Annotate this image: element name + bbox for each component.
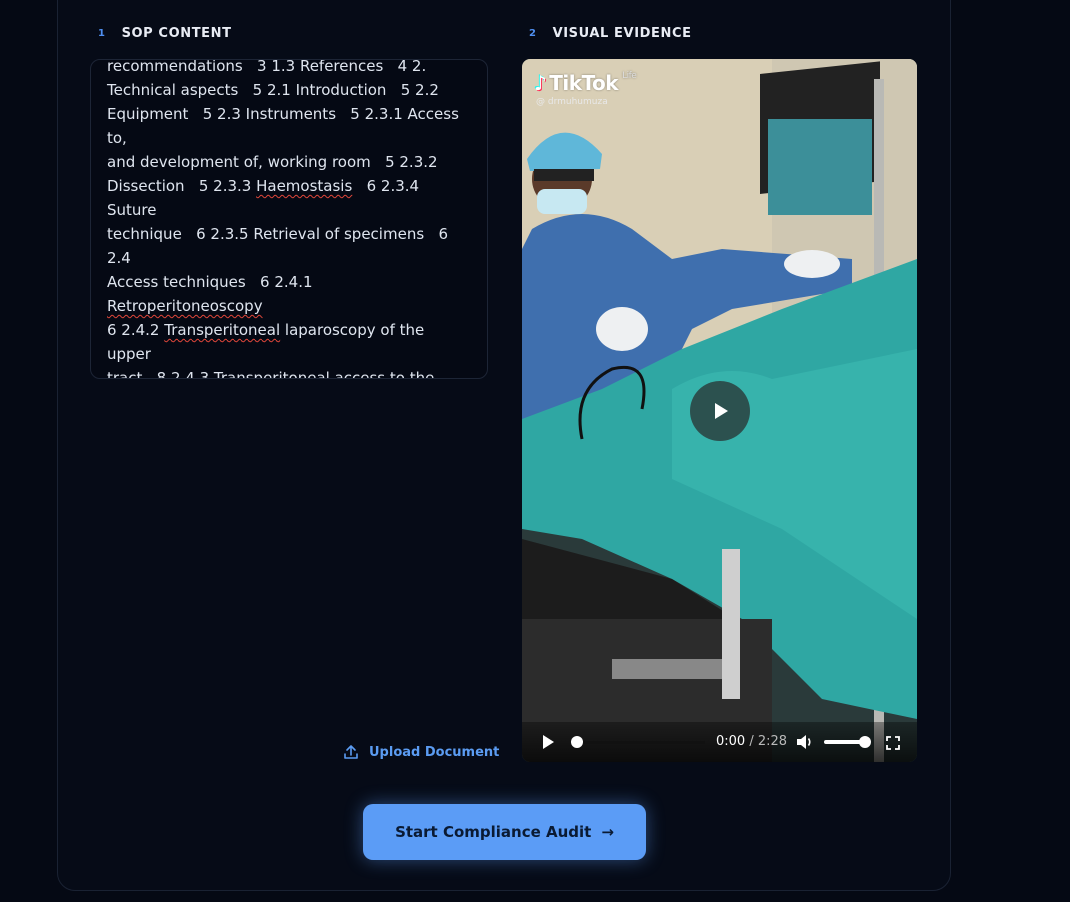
misspelled-word: Transperitoneal: [213, 369, 330, 379]
sop-text-line: recommendations 3 1.3 References 4 2.: [107, 59, 469, 78]
upload-document-button[interactable]: Upload Document: [343, 744, 499, 760]
duration: 2:28: [757, 734, 788, 749]
sop-text-segment: recommendations 3 1.3 References 4 2.: [107, 59, 427, 75]
video-player[interactable]: ♪ TikTok Life @ drmuhumuza 0:00 / 2:28: [522, 59, 917, 762]
visual-section-header: 2 VISUAL EVIDENCE: [529, 26, 692, 41]
tiktok-note-icon: ♪: [534, 71, 547, 95]
sop-step-number: 1: [98, 28, 106, 39]
tiktok-username: @ drmuhumuza: [536, 97, 608, 107]
tiktok-brand: TikTok: [549, 71, 619, 95]
misspelled-word: Haemostasis: [256, 177, 353, 195]
upload-icon: [344, 745, 358, 759]
volume-icon: [797, 735, 811, 749]
current-time: 0:00: [716, 734, 746, 749]
sop-text-line: and development of, working room 5 2.3.2: [107, 150, 469, 174]
tiktok-logo: ♪ TikTok Life: [534, 71, 637, 95]
sop-text-line: Equipment 5 2.3 Instruments 5 2.3.1 Acce…: [107, 102, 469, 150]
play-icon: [543, 735, 554, 749]
sop-text-line: Dissection 5 2.3.3 Haemostasis 6 2.3.4 S…: [107, 174, 469, 222]
seek-bar[interactable]: [577, 741, 705, 744]
sop-text-line: technique 6 2.3.5 Retrieval of specimens…: [107, 222, 469, 270]
play-icon: [715, 403, 728, 419]
sop-text-line: tract 8 2.4.3 Transperitoneal access to …: [107, 366, 469, 379]
fullscreen-icon: [886, 736, 900, 750]
video-controls: 0:00 / 2:28: [522, 722, 917, 762]
sop-content-text: recommendations 3 1.3 References 4 2. Tec…: [107, 59, 469, 379]
sop-text-segment: Access techniques 6 2.4.1: [107, 273, 318, 291]
sop-text-segment: Equipment 5 2.3 Instruments 5 2.3.1 Acce…: [107, 105, 464, 147]
visual-step-number: 2: [529, 28, 537, 39]
sop-text-line: Technical aspects 5 2.1 Introduction 5 2…: [107, 78, 469, 102]
start-compliance-audit-label: Start Compliance Audit: [395, 823, 592, 841]
sop-text-segment: tract 8 2.4.3: [107, 369, 214, 379]
sop-text-segment: and development of, working room 5 2.3.2: [107, 153, 438, 171]
fullscreen-button[interactable]: [886, 735, 900, 754]
time-display: 0:00 / 2:28: [716, 734, 788, 749]
sop-text-line: 6 2.4.2 Transperitoneal laparoscopy of t…: [107, 318, 469, 366]
seek-handle[interactable]: [571, 736, 583, 748]
volume-handle[interactable]: [859, 736, 871, 748]
sop-text-segment: technique 6 2.3.5 Retrieval of specimens…: [107, 225, 453, 267]
misspelled-word: Transperitoneal: [164, 321, 281, 339]
sop-content-textarea[interactable]: recommendations 3 1.3 References 4 2. Tec…: [90, 59, 488, 379]
play-button[interactable]: [540, 734, 556, 754]
start-compliance-audit-button[interactable]: Start Compliance Audit →: [363, 804, 646, 860]
sop-section-title: SOP CONTENT: [121, 26, 232, 41]
sop-text-segment: 6 2.4.2: [107, 321, 165, 339]
misspelled-word: Retroperitoneoscopy: [107, 297, 263, 315]
mute-button[interactable]: [796, 734, 814, 754]
volume-slider[interactable]: [824, 740, 864, 744]
video-play-overlay-button[interactable]: [690, 381, 750, 441]
sop-text-segment: Dissection 5 2.3.3: [107, 177, 257, 195]
sop-text-line: Access techniques 6 2.4.1 Retroperitoneo…: [107, 270, 469, 318]
visual-section-title: VISUAL EVIDENCE: [552, 26, 692, 41]
tiktok-brand-suffix: Life: [622, 71, 637, 81]
arrow-right-icon: →: [601, 823, 614, 841]
sop-section-header: 1 SOP CONTENT: [98, 26, 232, 41]
sop-text-segment: Technical aspects 5 2.1 Introduction 5 2…: [107, 81, 439, 99]
upload-document-label: Upload Document: [369, 744, 500, 760]
